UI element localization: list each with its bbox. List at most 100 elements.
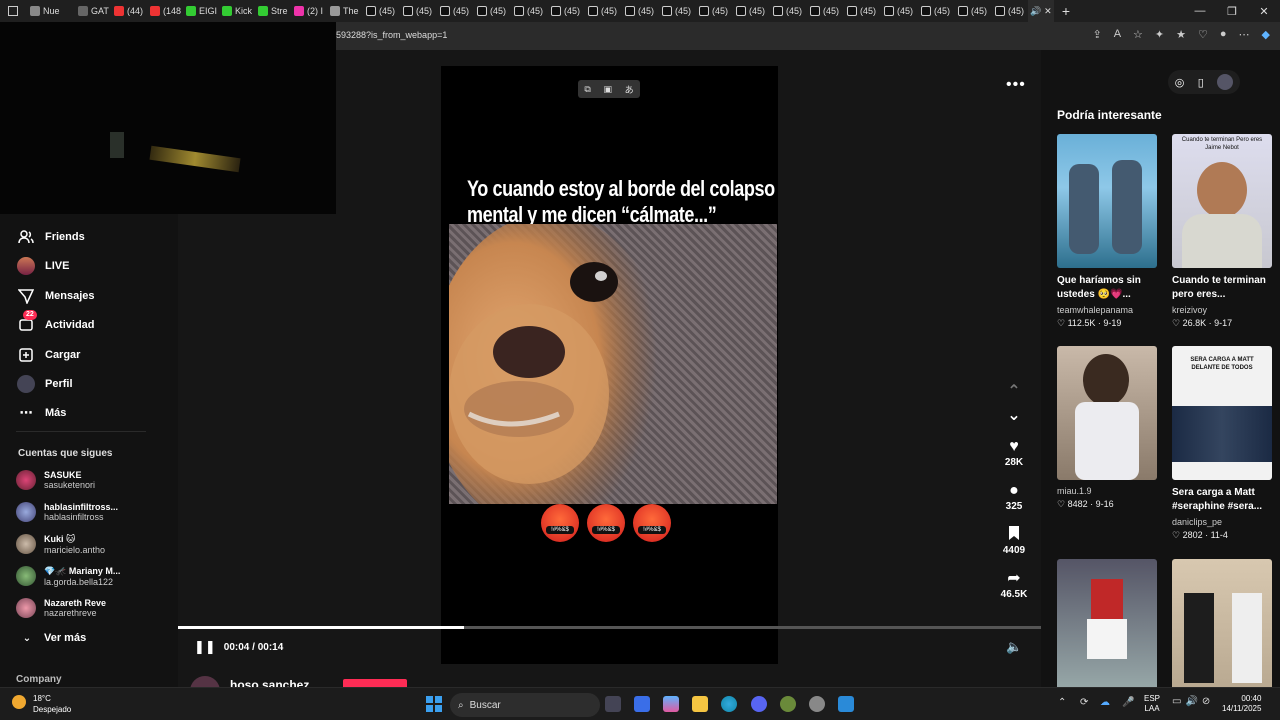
app-icon[interactable] [809,696,825,712]
recommended-card[interactable] [1057,559,1157,693]
browser-tab[interactable]: Nue [26,0,74,22]
browser-tab[interactable]: (45) [547,0,584,22]
tab-favicon-icon [403,6,413,16]
following-item[interactable]: 💎🦟 Mariany M... la.gorda.bella122 [16,562,120,590]
tray-mic-icon[interactable]: 🎤 [1122,697,1134,708]
heart-icon[interactable]: ♡ [1198,28,1208,41]
weather-widget[interactable]: 18°C Despejado [33,693,71,715]
browser-tab[interactable]: GAT [74,0,110,22]
recommended-card[interactable]: Que haríamos sin ustedes 🥺💗... teamwhale… [1057,134,1157,329]
maximize-icon[interactable]: ❐ [1216,5,1248,18]
device-icon[interactable]: ▯ [1198,76,1204,89]
browser-tab[interactable]: EIGI [182,0,218,22]
like-button[interactable]: ♥ 28K [994,437,1034,468]
recommended-card[interactable]: Cuando te terminan Pero eres Jaime Nebot… [1172,134,1272,329]
browser-tab[interactable]: (44) [110,0,146,22]
browser-tab[interactable]: (45) [954,0,991,22]
browser-tab[interactable]: (45) [732,0,769,22]
browser-tab[interactable]: (45) [843,0,880,22]
browser-tab[interactable]: (45) [658,0,695,22]
nav-item-live[interactable]: LIVE [17,256,69,276]
windows-start-icon[interactable] [426,696,442,712]
following-item[interactable]: SASUKE sasuketenori [16,466,95,494]
favorite-star-icon[interactable]: ☆ [1133,28,1143,41]
following-item[interactable]: Kuki 🐱 maricielo.antho [16,530,105,558]
share-icon[interactable]: ⇪ [1092,28,1101,41]
browser-tab[interactable]: (45) [991,0,1028,22]
save-button[interactable]: 4409 [994,525,1034,556]
video-frame[interactable]: Yo cuando estoy al borde del colapso men… [441,66,778,664]
app-icon[interactable] [838,696,854,712]
following-item[interactable]: hablasinfiltross... hablasinfiltross [16,498,118,526]
nav-item-friends[interactable]: Friends [17,227,85,247]
translate-video-icon[interactable]: あ [625,83,634,96]
active-tab[interactable]: 🔊 ✕ [1028,0,1054,22]
browser-tab[interactable]: (45) [362,0,399,22]
discord-icon[interactable] [751,696,767,712]
minimize-icon[interactable]: — [1184,5,1216,17]
browser-tab[interactable]: Stre [254,0,290,22]
store-icon[interactable] [634,696,650,712]
nav-item-more[interactable]: ⋯ Más [17,403,67,423]
company-link[interactable]: Company [16,674,62,685]
browser-tab[interactable]: (45) [436,0,473,22]
browser-tab[interactable]: (45) [510,0,547,22]
tray-cloud-icon[interactable]: ☁ [1100,697,1110,708]
profile-icon[interactable]: ● [1220,28,1227,41]
previous-video-button[interactable]: ⌃ [994,382,1034,402]
browser-tab[interactable]: (2) I [290,0,326,22]
browser-tab[interactable]: (45) [880,0,917,22]
following-item[interactable]: Nazareth Reve nazarethreve [16,594,106,622]
compass-icon[interactable]: ◎ [1175,76,1185,89]
file-explorer-icon[interactable] [692,696,708,712]
language-indicator[interactable]: ESP LAA [1144,694,1160,714]
browser-tab[interactable]: (45) [695,0,732,22]
recommended-card[interactable]: miau.1.9 ♡ 8482 · 9-16 [1057,346,1157,510]
comment-button[interactable]: ● 325 [994,481,1034,512]
share-button[interactable]: ➦ 46.5K [994,569,1034,600]
nav-item-upload[interactable]: Cargar [17,345,80,365]
browser-tab[interactable]: (45) [584,0,621,22]
browser-tab[interactable]: (45) [769,0,806,22]
new-tab-button[interactable]: + [1054,0,1078,22]
copilot-app-icon[interactable] [663,696,679,712]
browser-tab[interactable]: (45) [806,0,843,22]
app-icon[interactable] [780,696,796,712]
tray-network-volume-icons[interactable]: ▭🔊⊘ [1172,696,1214,707]
menu-dots-icon[interactable]: ⋯ [1239,28,1250,41]
browser-tab[interactable]: (45) [473,0,510,22]
translate-icon[interactable]: A [1114,28,1121,41]
recommended-card[interactable]: SERA CARGA A MATT DELANTE DE TODOS Sera … [1172,346,1272,541]
see-more-link[interactable]: ⌄ Ver más [20,628,86,648]
pause-icon[interactable]: ❚❚ [194,639,216,655]
clock[interactable]: 00:40 14/11/2025 [1222,694,1261,714]
url-text[interactable]: 593288?is_from_webapp=1 [336,30,447,40]
video-more-options-icon[interactable]: ••• [1006,76,1026,94]
video-progress-bar[interactable] [178,626,1041,629]
browser-tab[interactable]: (45) [621,0,658,22]
edge-icon[interactable] [721,696,737,712]
nav-item-profile[interactable]: Perfil [17,374,73,394]
pip-icon[interactable]: ⧉ [584,84,590,95]
nav-item-messages[interactable]: Mensajes [17,286,95,306]
next-video-button[interactable]: ⌄ [994,406,1034,426]
copilot-icon[interactable]: ◆ [1262,28,1270,41]
extensions-icon[interactable]: ✦ [1155,28,1164,41]
browser-tab[interactable]: (45) [399,0,436,22]
browser-tab[interactable]: Kick [218,0,254,22]
browser-tab[interactable]: (45) [917,0,954,22]
tray-sync-icon[interactable]: ⟳ [1080,697,1088,708]
browser-tab[interactable]: The [326,0,362,22]
nav-item-activity[interactable]: 22 Actividad [17,310,95,335]
taskbar-search[interactable]: ⌕ Buscar [450,693,600,717]
browser-tab[interactable]: (148 [146,0,182,22]
miniplayer-icon[interactable]: ▣ [603,84,612,95]
favorites-icon[interactable]: ★ [1176,28,1186,41]
task-view-icon[interactable] [605,696,621,712]
volume-icon[interactable]: 🔈 [1006,639,1022,655]
close-window-icon[interactable]: ✕ [1248,5,1280,18]
window-menu-icon[interactable] [0,0,26,22]
user-avatar[interactable] [1217,74,1234,90]
recommended-card[interactable] [1172,559,1272,693]
tray-chevron-icon[interactable]: ⌃ [1058,697,1066,708]
